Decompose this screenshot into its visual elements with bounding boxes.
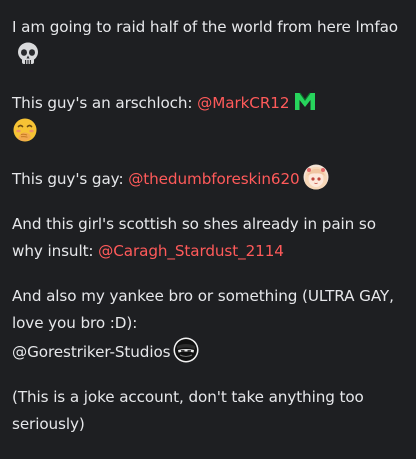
bio-text: I am going to raid half of the world fro… xyxy=(0,0,416,438)
disclaimer-text: (This is a joke account, don't take anyt… xyxy=(12,388,364,433)
bio-paragraph-yankee: And also my yankee bro or something (ULT… xyxy=(12,283,408,366)
arschloch-text: This guy's an arschloch: xyxy=(12,94,198,112)
hand-over-mouth-emoji-icon xyxy=(12,117,38,143)
bio-paragraph-scottish: And this girl's scottish so shes already… xyxy=(12,211,408,265)
yankee-text: And also my yankee bro or something (ULT… xyxy=(12,287,394,332)
bio-paragraph-raid: I am going to raid half of the world fro… xyxy=(12,14,408,70)
mention-caragh-stardust-2114[interactable]: @Caragh_Stardust_2114 xyxy=(98,242,284,260)
mask-avatar-icon[interactable] xyxy=(173,337,199,363)
skull-emoji-icon xyxy=(15,41,41,67)
mention-thedumbforeskin620[interactable]: @thedumbforeskin620 xyxy=(128,170,299,188)
bio-paragraph-disclaimer: (This is a joke account, don't take anyt… xyxy=(12,384,408,438)
mention-gorestriker-studios[interactable]: @Gorestriker-Studios xyxy=(12,343,171,361)
bio-paragraph-arschloch: This guy's an arschloch: @MarkCR12 xyxy=(12,88,408,146)
green-m-logo-icon xyxy=(292,88,318,114)
mention-markcr12[interactable]: @MarkCR12 xyxy=(197,94,289,112)
gay-text: This guy's gay: xyxy=(12,170,129,188)
anime-avatar-icon[interactable] xyxy=(303,164,329,190)
bio-paragraph-gay: This guy's gay: @thedumbforeskin620 xyxy=(12,164,408,193)
raid-text: I am going to raid half of the world fro… xyxy=(12,18,398,36)
